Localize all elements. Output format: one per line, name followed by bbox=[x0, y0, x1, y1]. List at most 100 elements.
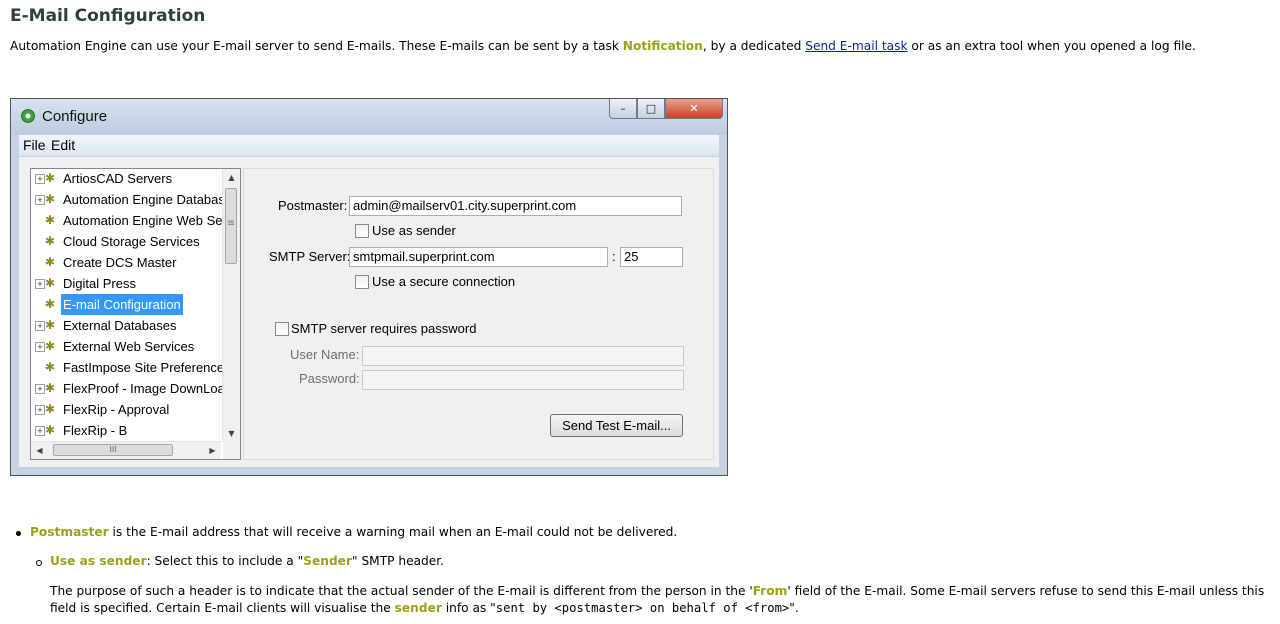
email-settings-panel: Postmaster: admin@mailserv01.city.superp… bbox=[243, 168, 714, 460]
gear-icon: ✱ bbox=[45, 318, 56, 332]
sender-header-explanation: The purpose of such a header is to indic… bbox=[50, 583, 1275, 617]
from-term: From bbox=[752, 584, 788, 598]
notification-term: Notification bbox=[622, 39, 703, 53]
use-as-sender-checkbox[interactable] bbox=[355, 224, 369, 238]
tree-item[interactable]: ✱ Create DCS Master bbox=[31, 252, 221, 273]
secure-connection-label: Use a secure connection bbox=[372, 274, 516, 289]
gear-icon: ✱ bbox=[45, 339, 56, 353]
intro-text-2: , by a dedicated bbox=[702, 39, 806, 53]
scroll-left-arrow-icon[interactable]: ◀ bbox=[31, 442, 48, 459]
explanation-text-a: The purpose of such a header is to indic… bbox=[50, 584, 753, 598]
scroll-right-arrow-icon[interactable]: ▶ bbox=[204, 442, 221, 459]
expand-icon[interactable]: + bbox=[35, 384, 45, 394]
use-as-sender-desc-b: " SMTP header. bbox=[351, 554, 445, 568]
password-label: Password: bbox=[299, 371, 360, 386]
explanation-text-d: ". bbox=[789, 601, 799, 615]
intro-paragraph: Automation Engine can use your E-mail se… bbox=[10, 38, 1278, 55]
thumb-grip-icon: ≡ bbox=[226, 218, 236, 229]
vertical-scroll-thumb[interactable]: ≡ bbox=[225, 188, 237, 264]
scroll-down-arrow-icon[interactable]: ▼ bbox=[223, 425, 240, 442]
tree-item-label: FlexRip - Approval bbox=[63, 402, 170, 417]
gear-icon: ✱ bbox=[45, 234, 56, 248]
gear-icon: ✱ bbox=[45, 255, 56, 269]
tree-item[interactable]: ✱ Cloud Storage Services bbox=[31, 231, 221, 252]
gear-icon: ✱ bbox=[45, 360, 56, 374]
sub-bullet-circle-icon bbox=[36, 560, 42, 566]
tree-item[interactable]: ✱ Automation Engine Web Se bbox=[31, 210, 223, 231]
postmaster-label: Postmaster: bbox=[278, 198, 348, 213]
window-title: Configure bbox=[42, 108, 108, 125]
tree-item[interactable]: + ✱ Digital Press bbox=[31, 273, 221, 294]
scroll-corner bbox=[223, 442, 240, 459]
intro-text-3: or as an extra tool when you opened a lo… bbox=[907, 39, 1196, 53]
expand-icon[interactable]: + bbox=[35, 426, 45, 436]
configure-window-screenshot: Configure – □ ✕ File Edit + ✱ ArtiosCAD Se… bbox=[10, 98, 728, 476]
expand-icon[interactable]: + bbox=[35, 405, 45, 415]
minimize-button[interactable]: – bbox=[609, 99, 637, 119]
tree-item-label: Cloud Storage Services bbox=[63, 234, 200, 249]
expand-icon[interactable]: + bbox=[35, 279, 45, 289]
gear-icon: ✱ bbox=[45, 297, 56, 311]
tree-item[interactable]: + ✱ FlexRip - B bbox=[31, 420, 221, 441]
tree-item-label: FlexProof - Image DownLoad bbox=[63, 381, 233, 396]
close-button[interactable]: ✕ bbox=[665, 99, 723, 119]
menu-bar: File Edit bbox=[19, 135, 719, 157]
tree-item-label: External Databases bbox=[63, 318, 177, 333]
tree-vertical-scrollbar[interactable]: ▲ ≡ ▼ bbox=[222, 169, 240, 442]
postmaster-desc-text: is the E-mail address that will receive … bbox=[108, 525, 678, 539]
tree-item-label: Automation Engine Web Se bbox=[63, 213, 223, 228]
bullet-dot-icon bbox=[16, 531, 21, 536]
window-controls: – □ ✕ bbox=[609, 99, 723, 121]
tree-item[interactable]: + ✱ ArtiosCAD Servers bbox=[31, 169, 221, 189]
tree-item-label: ArtiosCAD Servers bbox=[63, 171, 173, 186]
port-separator: : bbox=[612, 249, 616, 264]
gear-icon: ✱ bbox=[45, 276, 56, 290]
tree-item-label: Automation Engine Databas bbox=[63, 192, 225, 207]
gear-icon: ✱ bbox=[45, 402, 56, 416]
gear-icon: ✱ bbox=[45, 381, 56, 395]
tree-item-label: External Web Services bbox=[63, 339, 195, 354]
scroll-up-arrow-icon[interactable]: ▲ bbox=[223, 169, 240, 186]
use-as-sender-term: Use as sender bbox=[50, 554, 147, 568]
smtp-server-input[interactable]: smtpmail.superprint.com bbox=[349, 247, 608, 267]
password-input[interactable] bbox=[362, 370, 684, 390]
sent-by-format: sent by <postmaster> on behalf of <from> bbox=[495, 601, 790, 615]
postmaster-term: Postmaster bbox=[30, 525, 109, 539]
expand-icon[interactable]: + bbox=[35, 195, 45, 205]
smtp-port-input[interactable]: 25 bbox=[620, 247, 683, 267]
send-email-task-link[interactable]: Send E-mail task bbox=[805, 39, 907, 53]
tree-item-label: FastImpose Site Preferences bbox=[63, 360, 231, 375]
postmaster-description: Postmaster is the E-mail address that wi… bbox=[30, 524, 677, 541]
settings-tree: + ✱ ArtiosCAD Servers + ✱ Automation Engine D… bbox=[30, 168, 241, 460]
tree-item[interactable]: + ✱ Automation Engine Databas bbox=[31, 189, 225, 210]
tree-item[interactable]: ✱ FastImpose Site Preferences bbox=[31, 357, 231, 378]
expand-icon[interactable]: + bbox=[35, 321, 45, 331]
gear-icon: ✱ bbox=[45, 213, 56, 227]
tree-item-label: E-mail Configuration bbox=[61, 294, 183, 315]
requires-password-checkbox[interactable] bbox=[275, 322, 289, 336]
use-as-sender-desc-a: : Select this to include a " bbox=[146, 554, 304, 568]
tree-item-label: Create DCS Master bbox=[63, 255, 177, 270]
tree-item[interactable]: + ✱ External Web Services bbox=[31, 336, 221, 357]
gear-icon: ✱ bbox=[45, 171, 56, 185]
sender-term: Sender bbox=[303, 554, 352, 568]
maximize-button[interactable]: □ bbox=[637, 99, 665, 119]
username-input[interactable] bbox=[362, 346, 684, 366]
tree-item[interactable]: + ✱ FlexRip - Approval bbox=[31, 399, 221, 420]
postmaster-input[interactable]: admin@mailserv01.city.superprint.com bbox=[349, 196, 682, 216]
send-test-email-button[interactable]: Send Test E-mail... bbox=[550, 414, 683, 437]
use-as-sender-label: Use as sender bbox=[372, 223, 456, 238]
tree-item[interactable]: ✱ E-mail Configuration bbox=[31, 294, 221, 315]
tree-item[interactable]: + ✱ External Databases bbox=[31, 315, 221, 336]
expand-icon[interactable]: + bbox=[35, 174, 45, 184]
username-label: User Name: bbox=[290, 347, 360, 362]
menu-edit[interactable]: Edit bbox=[51, 137, 75, 153]
menu-file[interactable]: File bbox=[23, 137, 46, 153]
secure-connection-checkbox[interactable] bbox=[355, 275, 369, 289]
horizontal-scroll-thumb[interactable]: III bbox=[53, 444, 173, 456]
expand-icon[interactable]: + bbox=[35, 342, 45, 352]
gear-icon: ✱ bbox=[45, 192, 56, 206]
tree-horizontal-scrollbar[interactable]: ◀ III ▶ bbox=[31, 441, 221, 459]
explanation-text-c: info as " bbox=[441, 601, 496, 615]
tree-item[interactable]: + ✱ FlexProof - Image DownLoad bbox=[31, 378, 232, 399]
